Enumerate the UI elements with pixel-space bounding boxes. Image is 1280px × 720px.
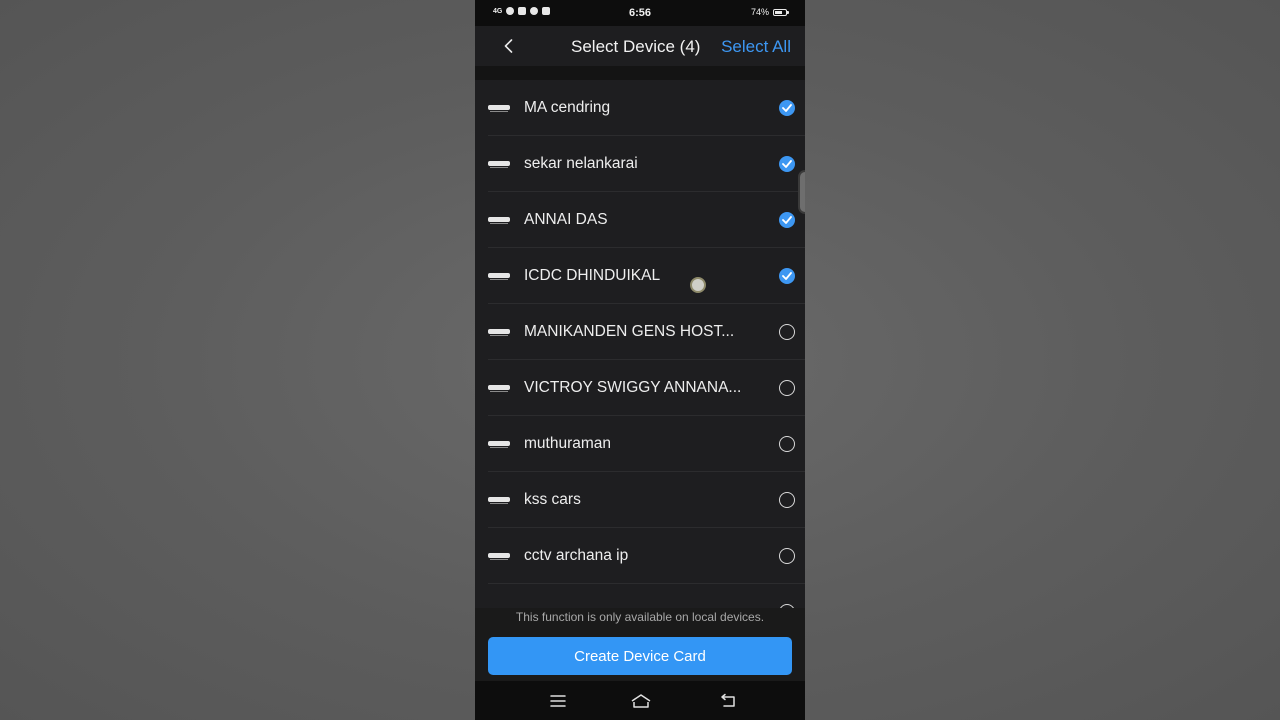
back-arrow-icon[interactable] (719, 693, 737, 709)
device-label: muthuraman (524, 435, 612, 452)
check-circle-icon[interactable] (779, 212, 795, 228)
device-row[interactable] (475, 584, 805, 608)
nvr-device-icon (488, 553, 510, 560)
nvr-device-icon (488, 273, 510, 280)
header-divider (475, 66, 805, 80)
device-label: MANIKANDEN GENS HOST... (524, 323, 735, 340)
device-label: cctv archana ip (524, 547, 629, 564)
radio-empty-icon[interactable] (779, 324, 795, 340)
radio-empty-icon[interactable] (779, 380, 795, 396)
radio-empty-icon[interactable] (779, 436, 795, 452)
status-bar: 4G 6:56 74% (475, 0, 805, 26)
device-row[interactable]: sekar nelankarai (475, 136, 805, 192)
device-list[interactable]: MA cendring sekar nelankarai ANNAI DAS ICDC… (475, 80, 805, 608)
status-icons-right: 74% (750, 7, 789, 17)
device-row[interactable]: MANIKANDEN GENS HOST... (475, 304, 805, 360)
device-label: sekar nelankarai (524, 155, 638, 172)
device-label: kss cars (524, 491, 581, 508)
device-label: MA cendring (524, 99, 611, 116)
nvr-device-icon (488, 329, 510, 336)
device-row[interactable]: ICDC DHINDUIKAL (475, 248, 805, 304)
battery-icon (773, 8, 789, 16)
radio-empty-icon[interactable] (779, 548, 795, 564)
chevron-left-icon[interactable] (501, 38, 517, 54)
nvr-device-icon (488, 385, 510, 392)
system-nav-bar (475, 681, 805, 720)
home-icon[interactable] (630, 693, 652, 709)
footer: This function is only available on local… (475, 608, 805, 681)
page-title: Select Device (4) (571, 37, 701, 56)
touch-indicator (690, 277, 706, 293)
phone-screen: 4G 6:56 74% Select Device (4) Select All… (475, 0, 805, 720)
nvr-device-icon (488, 217, 510, 224)
device-row[interactable]: VICTROY SWIGGY ANNANA... (475, 360, 805, 416)
device-row[interactable]: ANNAI DAS (475, 192, 805, 248)
menu-icon[interactable] (549, 693, 567, 709)
app-header: Select Device (4) Select All (475, 26, 805, 66)
device-row[interactable]: cctv archana ip (475, 528, 805, 584)
nvr-device-icon (488, 161, 510, 168)
battery-percent: 74% (750, 7, 769, 17)
radio-empty-icon[interactable] (779, 492, 795, 508)
check-circle-icon[interactable] (779, 100, 795, 116)
create-device-card-button[interactable]: Create Device Card (488, 637, 792, 675)
nvr-device-icon (488, 497, 510, 504)
battery-fill (775, 10, 782, 14)
device-row[interactable]: muthuraman (475, 416, 805, 472)
nvr-device-icon (488, 105, 510, 112)
device-row[interactable]: MA cendring (475, 80, 805, 136)
device-label: VICTROY SWIGGY ANNANA... (524, 379, 742, 396)
select-all-button[interactable]: Select All (721, 37, 791, 57)
device-label: ANNAI DAS (524, 211, 608, 228)
footer-note: This function is only available on local… (515, 610, 765, 624)
device-label: ICDC DHINDUIKAL (524, 267, 661, 284)
nvr-device-icon (488, 441, 510, 448)
scroll-handle[interactable] (798, 170, 805, 214)
check-circle-icon[interactable] (779, 156, 795, 172)
device-row[interactable]: kss cars (475, 472, 805, 528)
check-circle-icon[interactable] (779, 268, 795, 284)
